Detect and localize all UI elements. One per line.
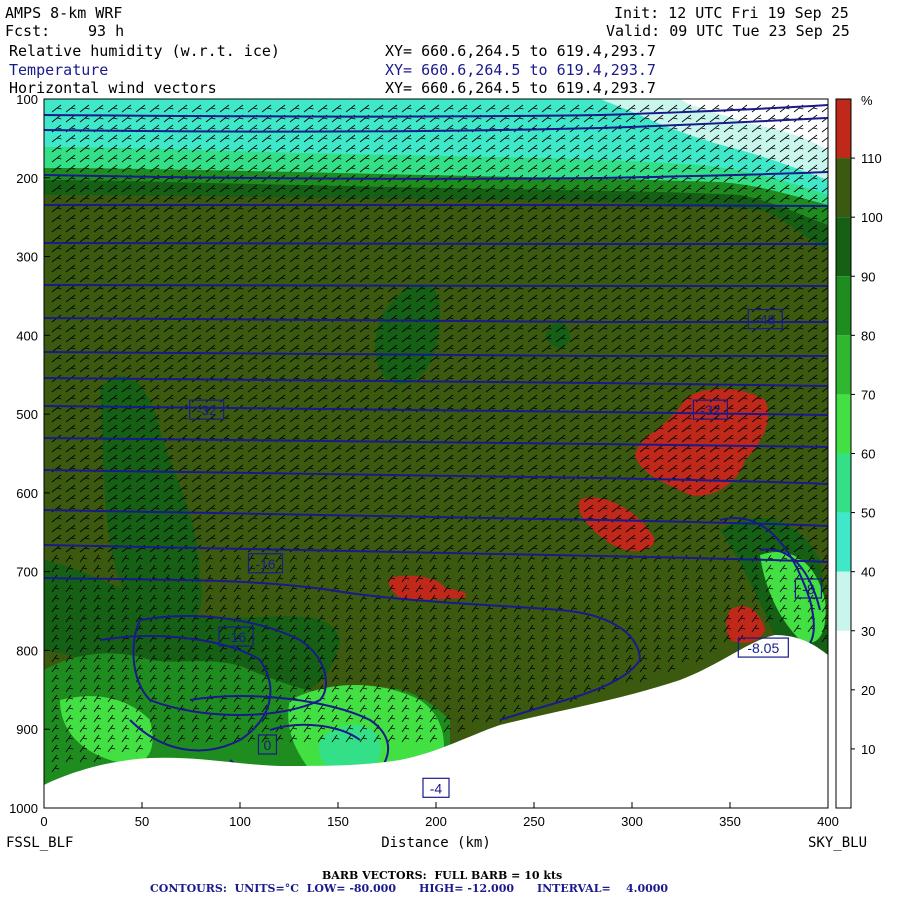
colorbar-band <box>836 748 851 808</box>
x-tick-label: 0 <box>40 814 47 829</box>
y-tick-label: 100 <box>16 92 38 107</box>
y-tick-label: 900 <box>16 722 38 737</box>
y-tick-label: 800 <box>16 643 38 658</box>
colorbar-label: 10 <box>861 742 875 757</box>
contour-line <box>44 203 828 207</box>
x-tick-label: 50 <box>135 814 149 829</box>
colorbar-label: 70 <box>861 387 875 402</box>
x-tick-label: 250 <box>523 814 545 829</box>
colorbar: 10 20 30 40 50 60 70 80 90 100 110% <box>835 93 883 809</box>
x-tick-label: 400 <box>817 814 839 829</box>
contour-label: -16 <box>226 629 246 645</box>
colorbar-band <box>836 158 851 218</box>
colorbar-band <box>836 99 851 159</box>
y-tick-label: 300 <box>16 250 38 265</box>
x-tick-label: 300 <box>621 814 643 829</box>
contour-label: 0 <box>264 737 272 753</box>
contour-label: -8.05 <box>747 640 779 656</box>
colorbar-band <box>836 453 851 513</box>
colorbar-label: 80 <box>861 328 875 343</box>
contour-line <box>44 284 828 287</box>
x-axis-title: Distance (km) <box>381 835 491 851</box>
contour-label: -48 <box>755 312 775 328</box>
colorbar-unit: % <box>861 93 873 108</box>
colorbar-label: 60 <box>861 447 875 462</box>
y-tick-label: 400 <box>16 328 38 343</box>
colorbar-band <box>836 276 851 336</box>
x-tick-label: 350 <box>719 814 741 829</box>
barb-footnote: BARB VECTORS: FULL BARB = 10 kts <box>322 869 563 882</box>
y-tick-label: 1000 <box>9 801 38 816</box>
colorbar-band <box>836 630 851 690</box>
x-tick-label: 100 <box>229 814 251 829</box>
y-tick-label: 500 <box>16 407 38 422</box>
contour-label: -16 <box>255 556 275 572</box>
colorbar-band <box>836 689 851 749</box>
contour-footnote: CONTOURS: UNITS=°C LOW= -80.000 HIGH= -1… <box>150 882 669 895</box>
y-tick-label: 200 <box>16 171 38 186</box>
colorbar-band <box>836 335 851 395</box>
right-endpoint-label: SKY_BLU <box>808 835 867 851</box>
colorbar-label: 30 <box>861 624 875 639</box>
colorbar-label: 50 <box>861 506 875 521</box>
colorbar-label: 100 <box>861 210 883 225</box>
colorbar-label: 40 <box>861 565 875 580</box>
contour-label: -32 <box>197 402 217 418</box>
x-tick-label: 150 <box>327 814 349 829</box>
y-tick-label: 600 <box>16 486 38 501</box>
colorbar-band <box>836 394 851 454</box>
colorbar-label: 20 <box>861 683 875 698</box>
contour-label: -4 <box>430 780 443 796</box>
left-endpoint-label: FSSL_BLF <box>6 835 73 851</box>
contour-label: -8 <box>802 581 815 597</box>
x-tick-label: 200 <box>425 814 447 829</box>
colorbar-label: 110 <box>861 151 882 166</box>
colorbar-label: 90 <box>861 269 875 284</box>
contour-line <box>44 242 828 245</box>
contour-label: -32 <box>700 402 720 418</box>
colorbar-band <box>836 217 851 277</box>
y-tick-label: 700 <box>16 565 38 580</box>
cross-section-chart: 1002003004005006007008009001000 0 50 100 15… <box>6 92 883 851</box>
colorbar-band <box>836 512 851 572</box>
colorbar-band <box>836 571 851 631</box>
